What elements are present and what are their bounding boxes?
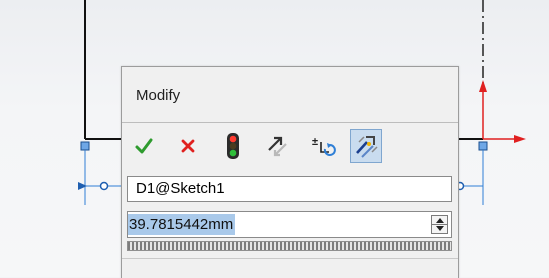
sketch-endpoint-left (80, 141, 90, 151)
rebuild-traffic-light-icon (227, 133, 239, 159)
dimension-value-text: 39.7815442mm (128, 214, 236, 235)
axis-x-arrowhead (514, 135, 526, 143)
dimension-name-field[interactable]: D1@Sketch1 (127, 176, 452, 202)
spin-down-icon[interactable] (436, 226, 444, 231)
mark-dimension-icon (356, 136, 378, 158)
cancel-x-icon (181, 139, 195, 153)
dialog-toolbar: ± (122, 122, 458, 169)
value-spinner[interactable] (431, 215, 448, 234)
reverse-dimension-button[interactable] (261, 129, 293, 163)
dialog-divider (122, 258, 458, 259)
value-thumbwheel[interactable] (127, 241, 452, 251)
reset-spin-increment-icon: ± (312, 136, 336, 156)
sketch-endpoint-right (478, 141, 488, 151)
spin-up-icon[interactable] (436, 218, 444, 223)
axis-y-arrowhead (479, 80, 487, 92)
cancel-button[interactable] (172, 129, 204, 163)
dialog-title: Modify (136, 87, 181, 104)
dimension-grip-left (99, 181, 109, 191)
mark-dimension-button[interactable] (350, 129, 382, 163)
reset-spin-increment-button[interactable]: ± (307, 129, 339, 163)
modify-dimension-dialog: Modify ± D1@Sketch1 39.7815442mm (121, 66, 459, 278)
rebuild-button[interactable] (217, 129, 249, 163)
spinner-divider (432, 224, 447, 225)
ok-button[interactable] (128, 129, 160, 163)
dimension-value-input[interactable]: 39.7815442mm (127, 211, 452, 238)
reverse-dimension-icon (268, 136, 287, 157)
dimension-arrowhead-left (78, 182, 87, 190)
ok-checkmark-icon (135, 138, 153, 154)
svg-text:±: ± (312, 136, 318, 148)
